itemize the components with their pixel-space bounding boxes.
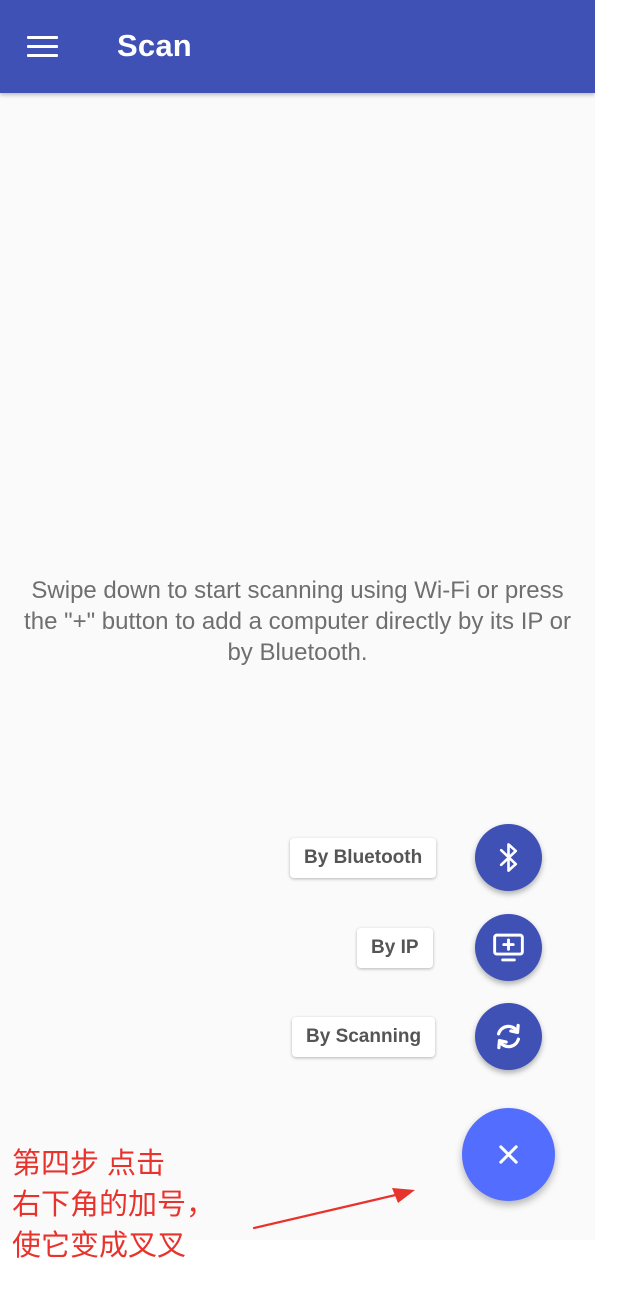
fab-close-button[interactable] bbox=[462, 1108, 555, 1201]
annotation-arrow-icon bbox=[252, 1188, 415, 1230]
bluetooth-icon bbox=[499, 843, 518, 872]
by-scanning-label[interactable]: By Scanning bbox=[292, 1017, 436, 1057]
app-screen: Scan Swipe down to start scanning using … bbox=[0, 0, 595, 1240]
close-icon bbox=[499, 1145, 518, 1164]
by-bluetooth-label[interactable]: By Bluetooth bbox=[290, 838, 437, 878]
annotation-line: 右下角的加号， bbox=[12, 1189, 216, 1221]
annotation-line: 第四步 点击 bbox=[12, 1148, 166, 1180]
by-bluetooth-button[interactable] bbox=[475, 824, 542, 891]
add-to-screen-icon bbox=[493, 933, 524, 962]
by-ip-label[interactable]: By IP bbox=[357, 928, 433, 968]
app-bar: Scan bbox=[0, 0, 595, 93]
menu-button[interactable] bbox=[20, 26, 64, 68]
empty-state-message: Swipe down to start scanning using Wi-Fi… bbox=[24, 577, 571, 666]
annotation-line: 使它变成叉叉 bbox=[12, 1230, 187, 1262]
tutorial-annotation: 第四步 点击 右下角的加号， 使它变成叉叉 bbox=[12, 1144, 215, 1267]
by-scanning-button[interactable] bbox=[475, 1003, 542, 1070]
by-ip-button[interactable] bbox=[475, 914, 542, 981]
refresh-icon bbox=[496, 1023, 521, 1050]
page-title: Scan bbox=[117, 28, 192, 63]
